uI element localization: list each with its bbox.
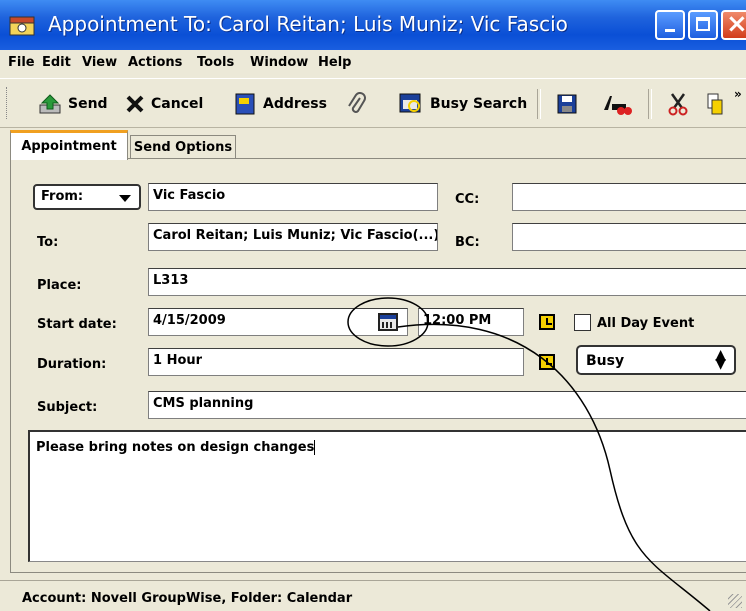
from-field[interactable]: Vic Fascio <box>148 183 438 211</box>
all-day-event-label: All Day Event <box>597 316 695 331</box>
window-title: Appointment To: Carol Reitan; Luis Muniz… <box>48 12 568 36</box>
close-button[interactable]: × <box>721 9 746 40</box>
from-dropdown-label: From: <box>41 189 84 204</box>
menu-tools[interactable]: Tools <box>197 55 234 70</box>
cancel-button[interactable]: Cancel <box>125 91 203 117</box>
show-as-value: Busy <box>586 353 625 369</box>
priority-button[interactable] <box>602 91 638 117</box>
place-field[interactable]: L313 <box>148 268 746 296</box>
menu-actions[interactable]: Actions <box>128 55 182 70</box>
toolbar-separator-2 <box>648 89 652 119</box>
close-icon: × <box>726 9 746 39</box>
maximize-icon <box>696 17 710 31</box>
chevron-right-icon: » <box>734 87 742 101</box>
menu-window[interactable]: Window <box>250 55 308 70</box>
message-text: Please bring notes on design changes <box>36 440 315 455</box>
menu-view[interactable]: View <box>82 55 117 70</box>
appointment-icon <box>9 16 35 36</box>
toolbar-grip[interactable] <box>6 87 10 119</box>
status-text: Account: Novell GroupWise, Folder: Calen… <box>22 591 353 606</box>
toolbar: Send Cancel Address Busy Search » <box>0 78 746 128</box>
copy-icon <box>707 93 723 115</box>
paperclip-icon <box>348 92 366 113</box>
subject-field[interactable]: CMS planning <box>148 391 746 419</box>
subject-label: Subject: <box>37 400 98 415</box>
text-cursor <box>314 440 316 455</box>
up-down-arrow-icon: ▲ ▼ <box>715 347 726 372</box>
all-day-event-checkbox[interactable] <box>574 314 591 331</box>
busy-search-label: Busy Search <box>430 96 528 112</box>
title-bar[interactable]: Appointment To: Carol Reitan; Luis Muniz… <box>0 0 746 50</box>
tab-send-options[interactable]: Send Options <box>130 135 236 159</box>
maximize-button[interactable] <box>688 10 718 40</box>
bc-label: BC: <box>455 235 480 250</box>
minimize-button[interactable] <box>655 10 685 40</box>
cc-label: CC: <box>455 192 480 207</box>
menu-help[interactable]: Help <box>318 55 351 70</box>
toolbar-separator <box>537 89 541 119</box>
priority-icon <box>604 96 632 115</box>
status-bar: Account: Novell GroupWise, Folder: Calen… <box>0 580 746 611</box>
send-icon <box>39 94 61 114</box>
bc-field[interactable] <box>512 223 746 251</box>
from-dropdown[interactable]: From: <box>33 184 141 210</box>
chevron-down-icon <box>119 195 131 202</box>
calendar-icon[interactable] <box>378 313 398 331</box>
scissors-icon <box>668 93 688 116</box>
busy-search-button[interactable]: Busy Search <box>398 91 527 117</box>
save-button[interactable] <box>556 91 584 117</box>
cut-button[interactable] <box>666 91 696 117</box>
menu-edit[interactable]: Edit <box>42 55 71 70</box>
copy-button[interactable] <box>706 91 730 117</box>
address-button[interactable]: Address <box>233 91 327 117</box>
busy-search-icon <box>399 93 421 113</box>
duration-field[interactable]: 1 Hour <box>148 348 524 376</box>
menu-bar: File Edit View Actions Tools Window Help <box>0 50 746 78</box>
send-label: Send <box>68 96 108 112</box>
attach-button[interactable] <box>345 91 373 117</box>
send-button[interactable]: Send <box>38 91 108 117</box>
show-as-select[interactable]: Busy ▲ ▼ <box>576 345 736 375</box>
start-date-field[interactable]: 4/15/2009 <box>148 308 408 336</box>
tab-appointment[interactable]: Appointment <box>10 130 128 160</box>
message-body[interactable]: Please bring notes on design changes <box>28 430 746 562</box>
address-book-icon <box>235 93 255 115</box>
to-label: To: <box>37 235 59 250</box>
cc-field[interactable] <box>512 183 746 211</box>
cancel-icon <box>126 95 144 113</box>
start-date-label: Start date: <box>37 317 117 332</box>
save-icon <box>557 94 577 114</box>
place-label: Place: <box>37 278 82 293</box>
cancel-label: Cancel <box>151 96 204 112</box>
to-field[interactable]: Carol Reitan; Luis Muniz; Vic Fascio(...… <box>148 223 438 251</box>
time-picker-icon[interactable] <box>539 314 555 330</box>
duration-label: Duration: <box>37 357 107 372</box>
start-time-field[interactable]: 12:00 PM <box>418 308 524 336</box>
resize-grip[interactable] <box>728 594 742 608</box>
menu-file[interactable]: File <box>8 55 35 70</box>
address-label: Address <box>263 96 327 112</box>
toolbar-overflow-button[interactable]: » <box>734 81 742 107</box>
appointment-window: Appointment To: Carol Reitan; Luis Muniz… <box>0 0 746 611</box>
minimize-icon <box>665 29 675 32</box>
duration-picker-icon[interactable] <box>539 354 555 370</box>
